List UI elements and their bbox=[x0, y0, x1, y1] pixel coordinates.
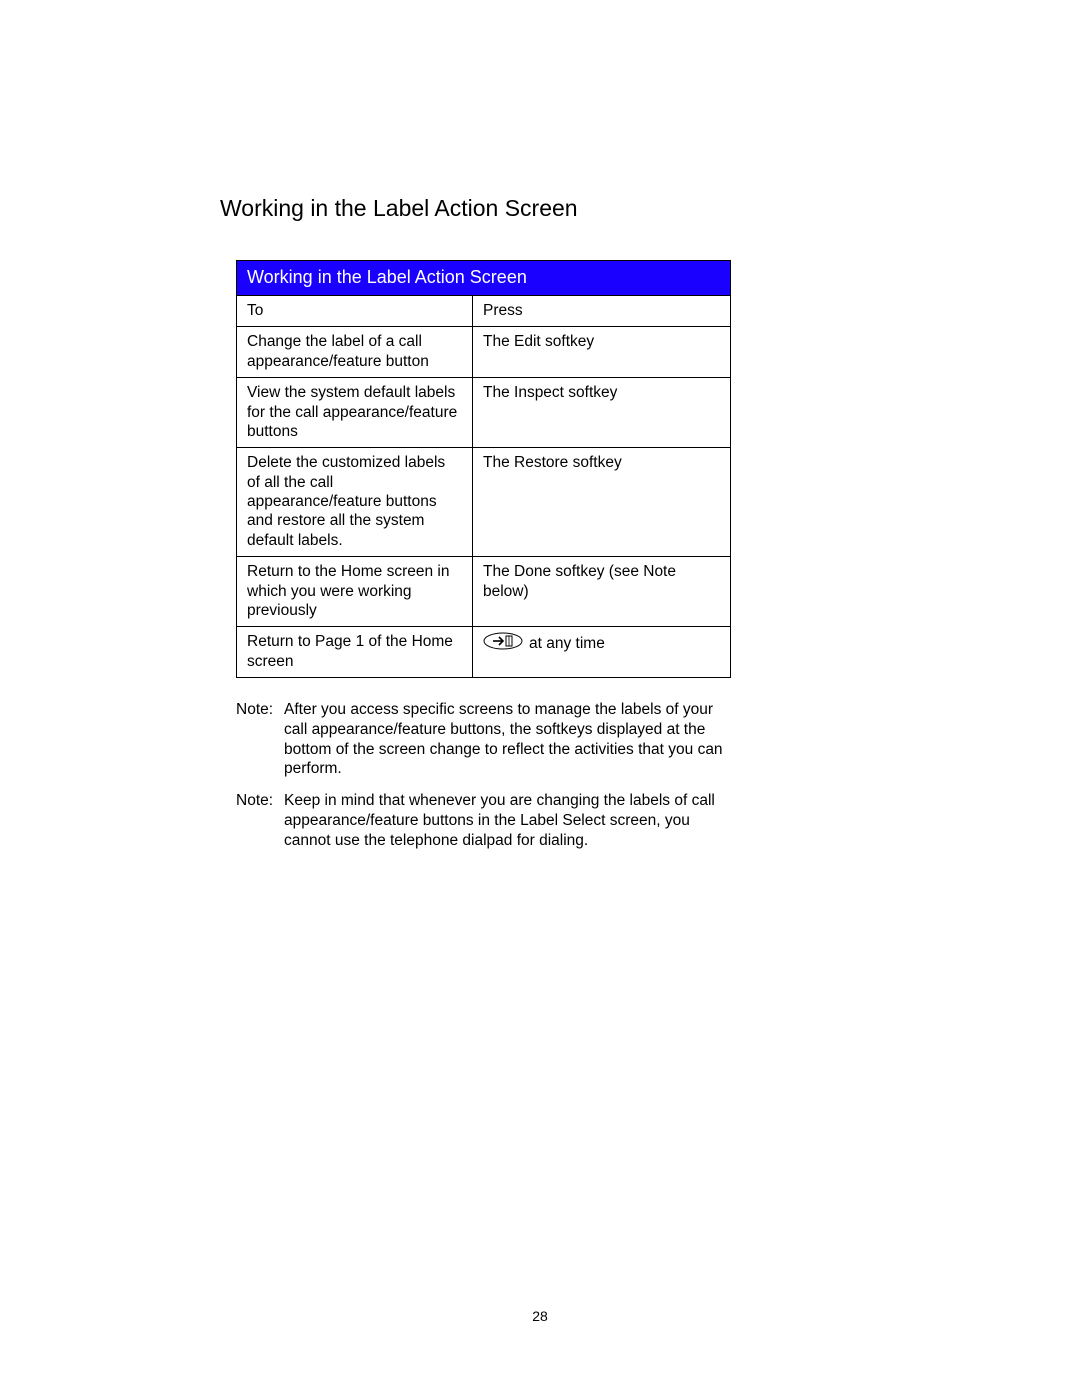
table-cell-press: The Edit softkey bbox=[473, 327, 731, 378]
table-cell-press: at any time bbox=[473, 627, 731, 678]
table-cell-to: Delete the customized labels of all the … bbox=[237, 448, 473, 557]
section-heading: Working in the Label Action Screen bbox=[220, 195, 860, 222]
table-cell-to: Change the label of a call appearance/fe… bbox=[237, 327, 473, 378]
table-row: Return to Page 1 of the Home screen at a… bbox=[237, 627, 731, 678]
table-row: View the system default labels for the c… bbox=[237, 378, 731, 448]
table-row: Delete the customized labels of all the … bbox=[237, 448, 731, 557]
table-row: Change the label of a call appearance/fe… bbox=[237, 327, 731, 378]
table-cell-press-text: at any time bbox=[529, 635, 605, 652]
note-body: After you access specific screens to man… bbox=[284, 700, 726, 779]
table-title: Working in the Label Action Screen bbox=[237, 261, 731, 296]
table-cell-press: The Done softkey (see Note below) bbox=[473, 557, 731, 627]
table-row: Return to the Home screen in which you w… bbox=[237, 557, 731, 627]
note: Note: After you access specific screens … bbox=[236, 700, 726, 779]
note-label: Note: bbox=[236, 791, 284, 850]
note-label: Note: bbox=[236, 700, 284, 779]
table-head-row: To Press bbox=[237, 296, 731, 327]
table-cell-to: Return to the Home screen in which you w… bbox=[237, 557, 473, 627]
exit-button-icon bbox=[483, 632, 523, 655]
action-table: Working in the Label Action Screen To Pr… bbox=[236, 260, 731, 678]
page: Working in the Label Action Screen Worki… bbox=[0, 0, 1080, 1397]
table-cell-press: The Restore softkey bbox=[473, 448, 731, 557]
table-cell-press: The Inspect softkey bbox=[473, 378, 731, 448]
page-number: 28 bbox=[0, 1308, 1080, 1324]
table-head-left: To bbox=[237, 296, 473, 327]
table-cell-to: Return to Page 1 of the Home screen bbox=[237, 627, 473, 678]
note-body: Keep in mind that whenever you are chang… bbox=[284, 791, 726, 850]
note: Note: Keep in mind that whenever you are… bbox=[236, 791, 726, 850]
table-head-right: Press bbox=[473, 296, 731, 327]
table-cell-to: View the system default labels for the c… bbox=[237, 378, 473, 448]
notes-block: Note: After you access specific screens … bbox=[236, 700, 726, 851]
